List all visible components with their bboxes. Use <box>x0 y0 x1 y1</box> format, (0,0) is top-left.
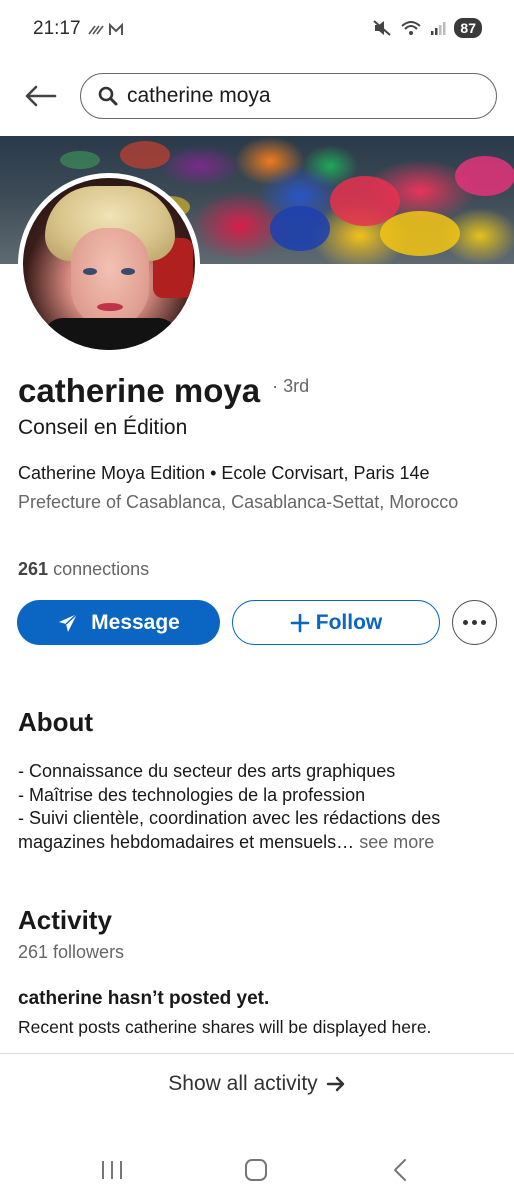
connection-degree: · 3rd <box>272 376 310 396</box>
profile-experience[interactable]: Catherine Moya Edition • Ecole Corvisart… <box>18 463 430 484</box>
empty-activity-title: catherine hasn’t posted yet. <box>18 988 270 1009</box>
system-nav-bar <box>0 1140 514 1199</box>
profile-location: Prefecture of Casablanca, Casablanca-Set… <box>18 492 459 512</box>
home-button[interactable] <box>236 1150 276 1190</box>
show-all-label: Show all activity <box>168 1072 318 1095</box>
search-input[interactable]: catherine moya <box>80 73 497 119</box>
about-line: - Maîtrise des technologies de la profes… <box>18 784 366 805</box>
divider <box>0 1053 514 1054</box>
see-more-link[interactable]: see more <box>359 832 434 852</box>
mute-icon <box>373 20 392 36</box>
top-bar: catherine moya <box>0 62 514 128</box>
connections-label: connections <box>53 559 150 579</box>
arrow-left-icon <box>25 85 57 107</box>
about-line-text: magazines hebdomadaires et mensuels… <box>18 831 355 852</box>
profile-name-row: catherine moya · 3rd <box>18 372 309 410</box>
chevron-left-icon <box>394 1159 406 1181</box>
send-icon <box>59 612 78 632</box>
empty-activity-subtitle: Recent posts catherine shares will be di… <box>18 1017 432 1037</box>
about-text[interactable]: - Connaissance du secteur des arts graph… <box>18 760 498 854</box>
wifi-icon <box>401 21 422 35</box>
followers-count: 261 followers <box>18 942 125 962</box>
plus-icon <box>290 613 310 632</box>
connections-count[interactable]: 261 connections <box>18 559 149 580</box>
back-button[interactable] <box>20 78 60 114</box>
message-button[interactable]: Message <box>17 600 220 645</box>
system-back-button[interactable] <box>380 1150 420 1190</box>
status-time: 21:17 <box>33 18 81 39</box>
about-line: - Suivi clientèle, coordination avec les… <box>18 808 441 828</box>
activity-title: Activity <box>18 905 112 935</box>
connections-number: 261 <box>18 559 49 579</box>
about-line: - Connaissance du secteur des arts graph… <box>18 761 396 781</box>
more-options-button[interactable] <box>452 600 497 645</box>
profile-headline: Conseil en Édition <box>18 416 188 439</box>
profile-actions: Message Follow <box>17 600 499 646</box>
follow-label: Follow <box>315 610 383 634</box>
about-line-last: magazines hebdomadaires et mensuels… see… <box>18 831 498 855</box>
recent-apps-button[interactable] <box>92 1150 132 1190</box>
status-indicators: 87 <box>372 18 482 38</box>
status-bar: 21:17 87 <box>0 0 514 60</box>
message-label: Message <box>91 610 180 634</box>
profile-photo <box>23 178 195 350</box>
battery-indicator: 87 <box>454 18 482 38</box>
arrow-right-icon <box>326 1076 344 1092</box>
signal-icon <box>431 22 446 35</box>
recent-apps-icon <box>102 1161 122 1179</box>
notification-icons <box>88 22 128 43</box>
show-all-activity-button[interactable]: Show all activity <box>0 1072 514 1096</box>
avatar[interactable] <box>18 173 200 355</box>
home-icon <box>245 1159 267 1181</box>
search-icon <box>97 85 119 107</box>
profile-name: catherine moya <box>18 372 261 409</box>
about-title: About <box>18 707 94 737</box>
follow-button[interactable]: Follow <box>232 600 440 645</box>
search-query: catherine moya <box>127 84 271 107</box>
more-icon <box>461 620 488 625</box>
